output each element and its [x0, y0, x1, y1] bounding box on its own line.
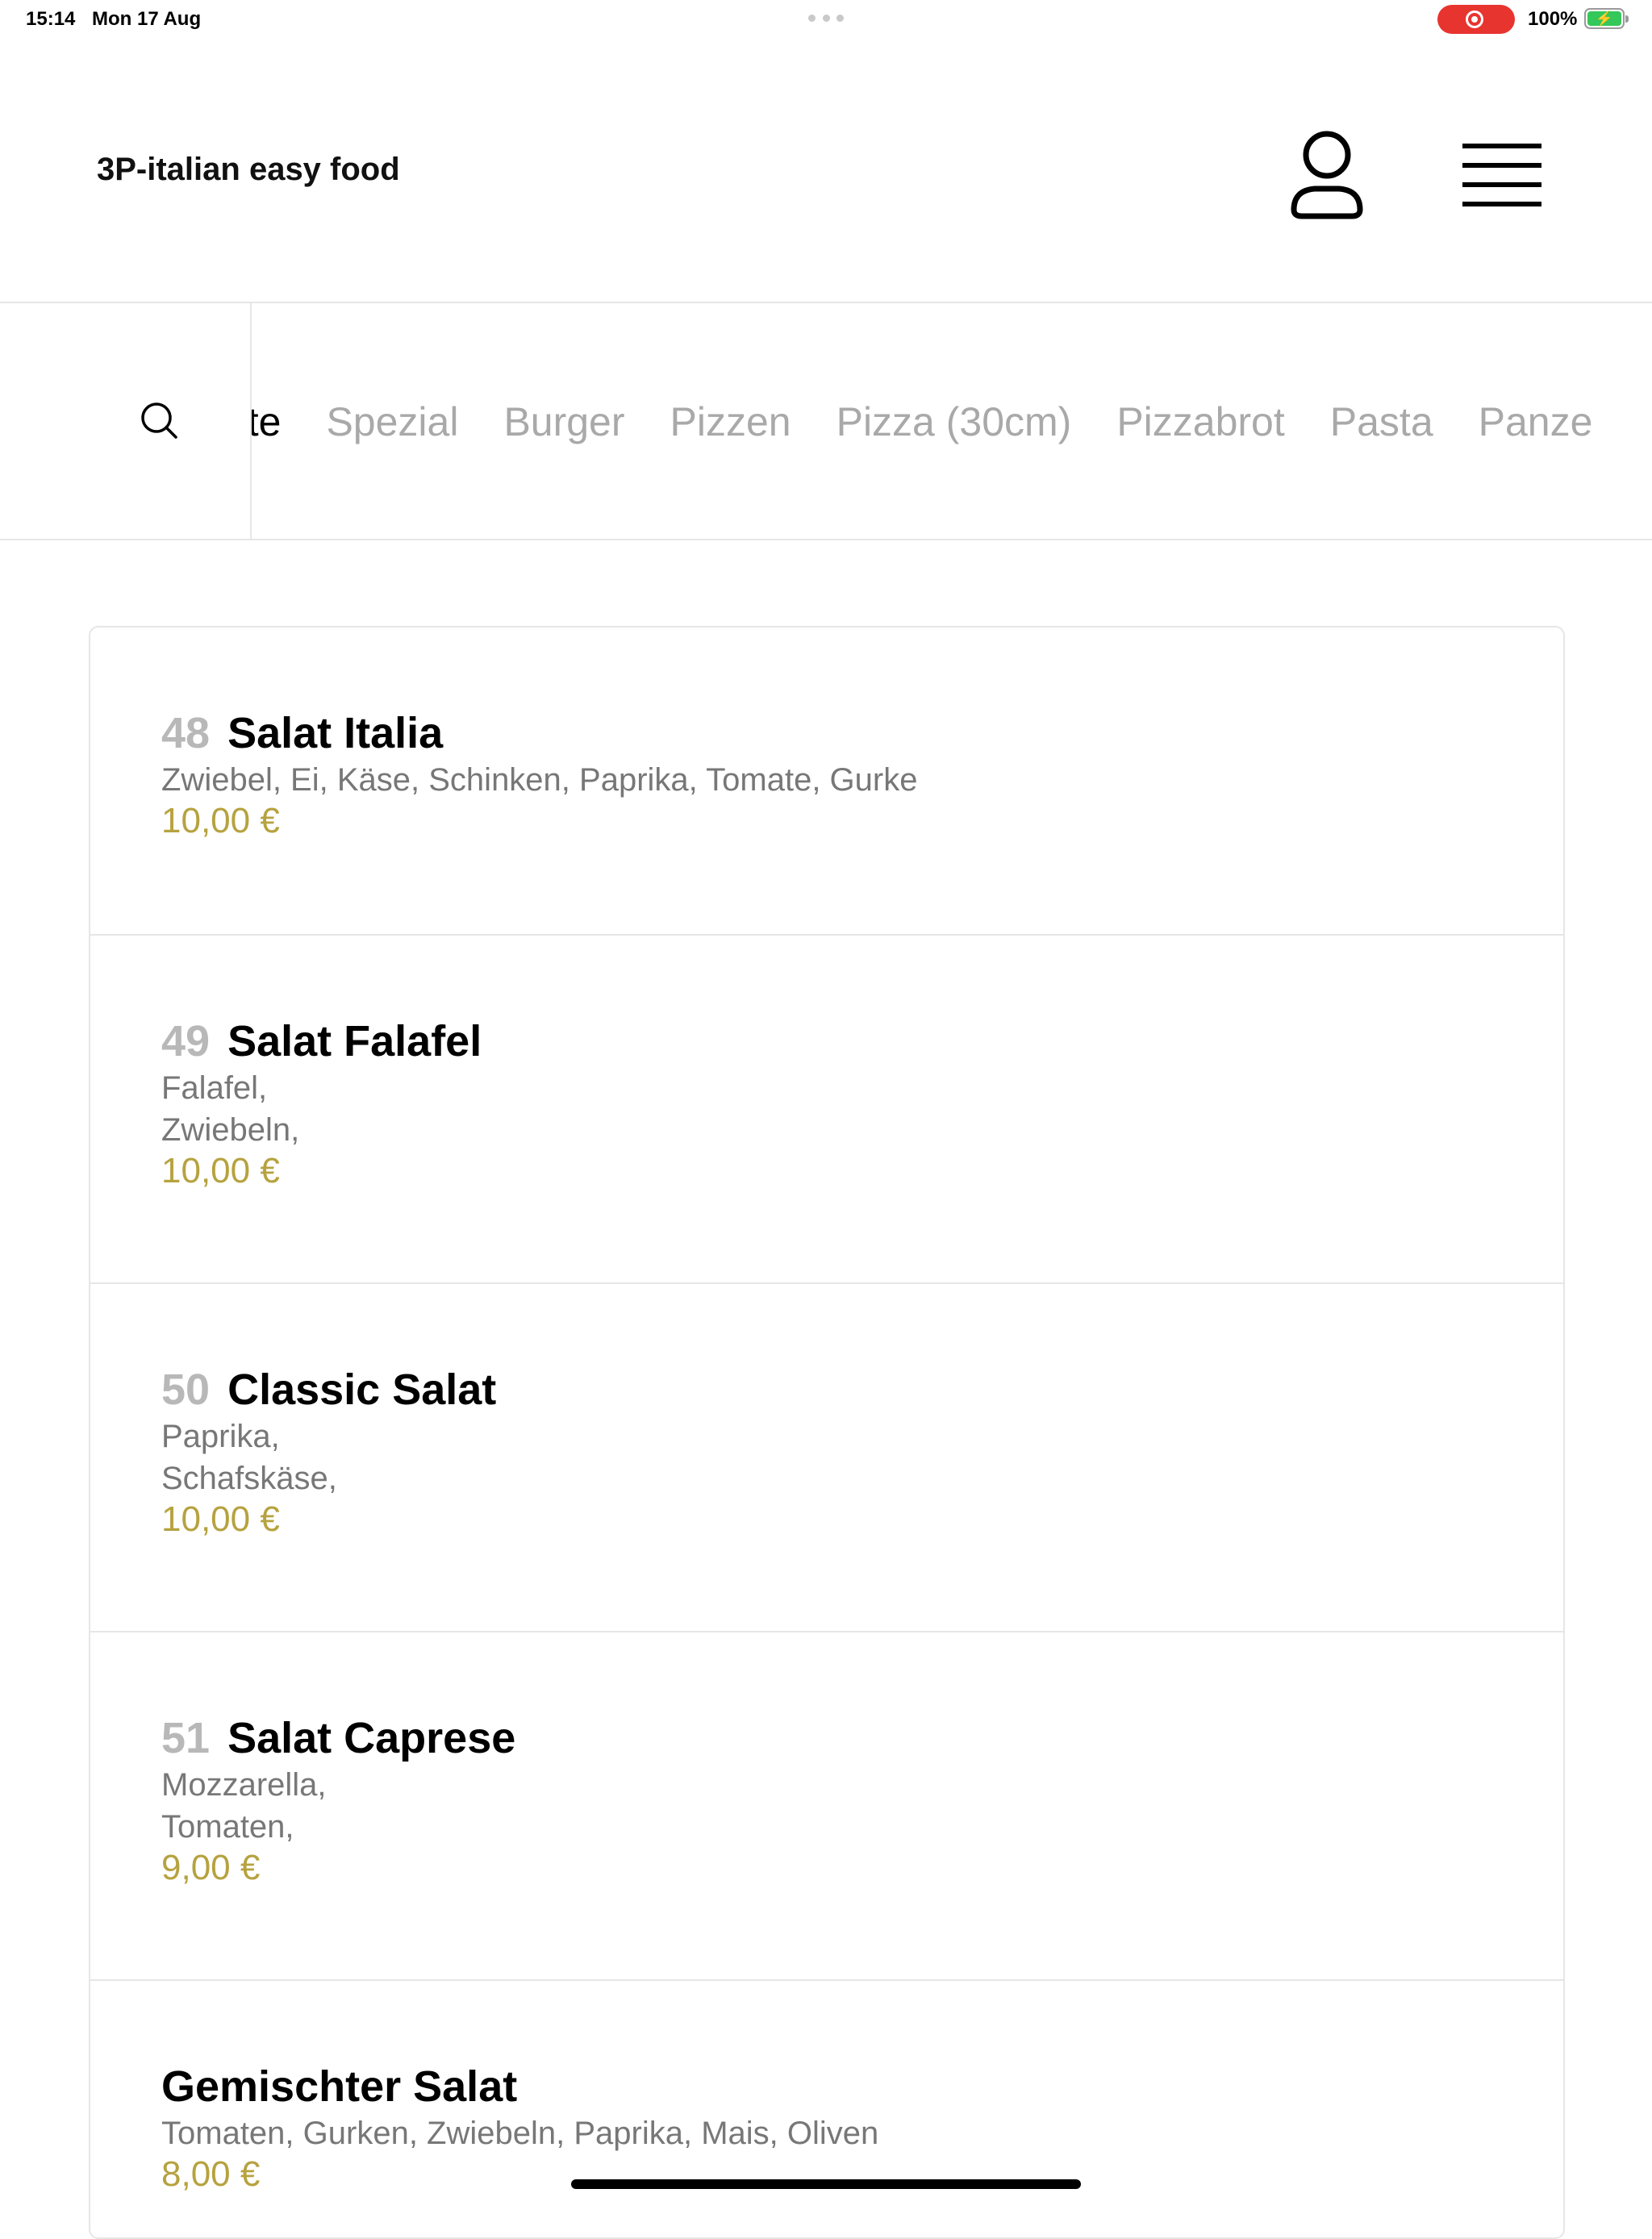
battery-icon: ⚡	[1584, 8, 1629, 29]
category-tab[interactable]: Spezial	[326, 398, 458, 445]
menu-item-price: 10,00 €	[161, 801, 280, 840]
category-tabs[interactable]: alateSpezialBurgerPizzenPizza (30cm)Pizz…	[194, 303, 1637, 539]
menu-item[interactable]: 50 Classic Salat Paprika, Schafskäse, 10,00 …	[90, 1284, 1563, 1632]
menu-item-description: Tomaten,	[161, 1809, 294, 1845]
hamburger-menu-icon	[1462, 144, 1541, 206]
category-tab[interactable]: Panze	[1479, 398, 1593, 445]
menu-item-description: Paprika,	[161, 1419, 280, 1454]
app-header: 3P-italian easy food	[0, 39, 1652, 303]
menu-item-description: Tomaten, Gurken, Zwiebeln, Paprika, Mais…	[161, 2116, 879, 2151]
record-icon	[1466, 10, 1483, 28]
menu-item-price: 10,00 €	[161, 1499, 280, 1539]
app-title[interactable]: 3P-italian easy food	[97, 152, 400, 188]
menu-item-name: Salat Italia	[227, 709, 444, 757]
user-account-button[interactable]	[1283, 126, 1371, 223]
menu-item-description: Mozzarella,	[161, 1767, 327, 1803]
user-icon	[1291, 131, 1363, 219]
menu-item-header: 48 Salat Italia	[161, 708, 1563, 758]
menu-item[interactable]: 48 Salat Italia Zwiebel, Ei, Käse, Schinke…	[90, 628, 1563, 936]
menu-item-description: Falafel,	[161, 1070, 268, 1106]
search-icon	[141, 402, 177, 439]
menu-item[interactable]: 49 Salat Falafel Falafel, Zwiebeln, 10,00 €	[90, 936, 1563, 1284]
status-time: 15:14	[26, 8, 76, 30]
charging-bolt-icon: ⚡	[1595, 10, 1614, 27]
menu-item-header: 49 Salat Falafel	[161, 1016, 1563, 1066]
status-date: Mon 17 Aug	[92, 8, 202, 30]
menu-item[interactable]: Gemischter Salat Tomaten, Gurken, Zwiebel…	[90, 1981, 1563, 2237]
category-tab[interactable]: Pizzabrot	[1116, 398, 1284, 445]
menu-item-number: 51	[161, 1714, 211, 1762]
screen-recording-indicator[interactable]	[1437, 5, 1515, 34]
menu-card: 48 Salat Italia Zwiebel, Ei, Käse, Schinke…	[89, 626, 1565, 2239]
menu-item-header: 50 Classic Salat	[161, 1365, 1563, 1415]
menu-item-price: 10,00 €	[161, 1151, 280, 1190]
battery-percentage: 100%	[1528, 8, 1578, 30]
menu-item-name: Classic Salat	[227, 1365, 497, 1414]
category-tab[interactable]: Pasta	[1330, 398, 1433, 445]
multitasking-dots-icon[interactable]	[808, 15, 844, 23]
menu-item-name: Gemischter Salat	[161, 2062, 518, 2111]
menu-item-name: Salat Caprese	[227, 1714, 516, 1762]
menu-item-number: 50	[161, 1365, 211, 1414]
menu-item-number: 48	[161, 709, 211, 757]
category-tab[interactable]: Pizzen	[670, 398, 791, 445]
menu-item-description: Zwiebeln,	[161, 1112, 300, 1148]
menu-item-name: Salat Falafel	[227, 1017, 482, 1065]
hamburger-menu-button[interactable]	[1460, 136, 1549, 216]
home-indicator[interactable]	[571, 2179, 1081, 2189]
category-tab[interactable]: Burger	[503, 398, 624, 445]
menu-item-header: Gemischter Salat	[161, 2062, 1563, 2112]
category-tab[interactable]: Pizza (30cm)	[836, 398, 1072, 445]
menu-item-price: 9,00 €	[161, 1848, 261, 1887]
menu-item-header: 51 Salat Caprese	[161, 1713, 1563, 1763]
menu-item-price: 8,00 €	[161, 2154, 261, 2194]
menu-item-number: 49	[161, 1017, 211, 1065]
status-bar: 15:14 Mon 17 Aug 100% ⚡	[0, 0, 1652, 39]
category-bar: alateSpezialBurgerPizzenPizza (30cm)Pizz…	[0, 303, 1652, 540]
menu-item[interactable]: 51 Salat Caprese Mozzarella, Tomaten, 9,00 €	[90, 1632, 1563, 1981]
search-button[interactable]	[0, 303, 252, 539]
menu-item-description: Zwiebel, Ei, Käse, Schinken, Paprika, To…	[161, 762, 918, 798]
menu-item-description: Schafskäse,	[161, 1461, 337, 1496]
